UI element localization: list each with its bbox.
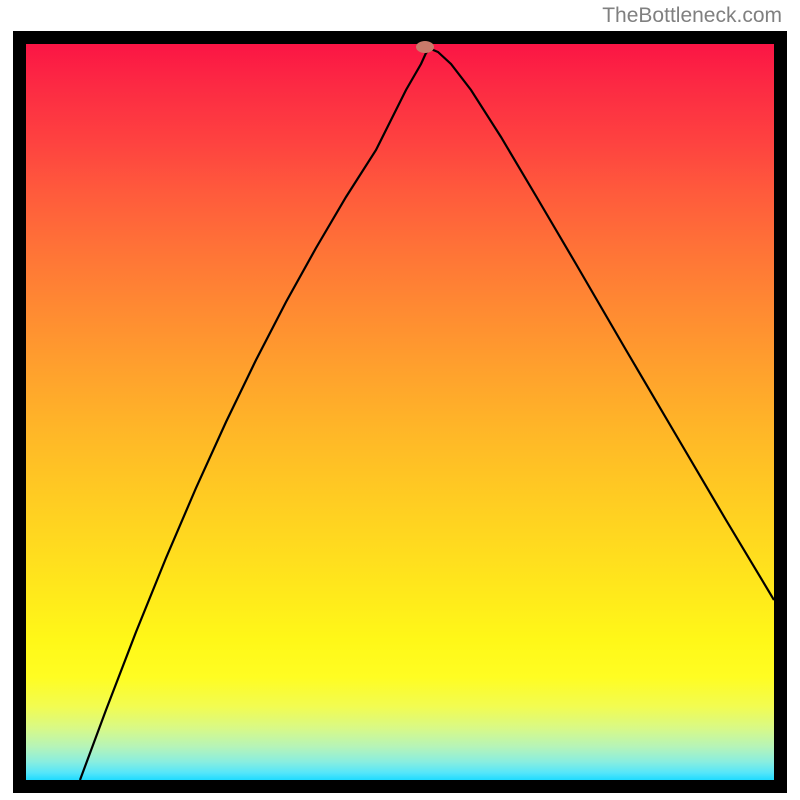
chart-container: TheBottleneck.com (0, 0, 800, 800)
watermark-text: TheBottleneck.com (602, 4, 782, 28)
gradient-background (26, 44, 774, 780)
chart-frame (13, 31, 787, 793)
optimal-point-marker (416, 41, 434, 53)
